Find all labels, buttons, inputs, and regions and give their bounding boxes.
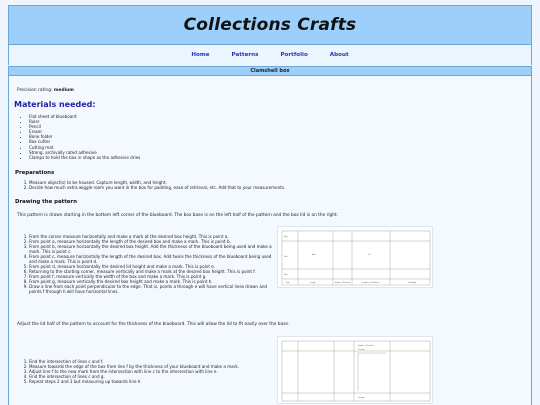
main-nav: Home Patterns Portfolio About bbox=[8, 45, 532, 65]
list-item: Decide how much extra wiggle room you wa… bbox=[29, 185, 499, 190]
list-item: Repeat steps 2 and 3 but measuring up to… bbox=[29, 379, 275, 384]
diagram-label: Overlap bbox=[358, 348, 364, 351]
diagram-label: Flap bbox=[284, 274, 287, 276]
site-header: Collections Crafts bbox=[8, 5, 532, 45]
diagram-label: Overlap bbox=[358, 396, 364, 399]
site-title: Collections Crafts bbox=[183, 15, 357, 35]
materials-heading: Materials needed: bbox=[14, 100, 96, 109]
pattern-diagram-svg: Flap Side Base Lid Flap Side Length Heig… bbox=[281, 230, 431, 286]
diagram-label: Flap bbox=[284, 236, 287, 238]
preparations-list: Measure object(s) to be housed. Capture … bbox=[29, 180, 499, 191]
list-item: Clamps to hold the box in shape as the a… bbox=[29, 155, 140, 160]
adjust-text: Adjust the lid half of the pattern to ac… bbox=[17, 322, 290, 327]
lid-diagram: Height + Thickness Overlap Overlap bbox=[277, 336, 433, 404]
nav-about-link[interactable]: About bbox=[330, 52, 349, 58]
diagram-label: Length + 2 Thickness bbox=[362, 281, 379, 284]
diagram-label: Base bbox=[312, 254, 316, 256]
lid-steps-list: Find the intersection of lines c and f. … bbox=[29, 359, 275, 384]
pattern-diagram: Flap Side Base Lid Flap Side Length Heig… bbox=[277, 226, 433, 288]
diagram-label: Length bbox=[310, 281, 316, 284]
list-item: Draw a line from each point perpendicula… bbox=[29, 284, 275, 294]
rating-label: Precision rating: bbox=[17, 88, 53, 93]
main-content: Precision rating: medium Materials neede… bbox=[8, 76, 532, 405]
diagram-label: Height + Thickness bbox=[358, 344, 374, 347]
drawing-steps-list: From the corner measure horizontally and… bbox=[29, 234, 275, 294]
nav-portfolio-link[interactable]: Portfolio bbox=[280, 52, 307, 58]
list-item: From point b, measure horizontally the d… bbox=[29, 244, 275, 254]
precision-rating: Precision rating: medium bbox=[17, 88, 74, 93]
page-heading-bar: Clamshell box bbox=[8, 66, 532, 76]
rating-value: medium bbox=[53, 88, 74, 93]
drawing-intro: This pattern is drawn starting in the bo… bbox=[17, 213, 339, 218]
diagram-label: Height + Thickness bbox=[335, 281, 351, 284]
list-item: From point c, measure horizontally the l… bbox=[29, 254, 275, 264]
diagram-label: Lid Height bbox=[408, 281, 416, 284]
nav-home-link[interactable]: Home bbox=[191, 52, 209, 58]
preparations-heading: Preparations bbox=[15, 170, 55, 176]
lid-diagram-svg: Height + Thickness Overlap Overlap bbox=[281, 340, 431, 402]
nav-patterns-link[interactable]: Patterns bbox=[232, 52, 259, 58]
drawing-heading: Drawing the pattern bbox=[15, 199, 77, 205]
page-heading: Clamshell box bbox=[250, 68, 290, 74]
diagram-label: Lid bbox=[368, 254, 370, 256]
materials-list: Flat sheet of blueboard Ruler Pencil Era… bbox=[29, 114, 140, 160]
diagram-label: Side bbox=[284, 256, 287, 258]
diagram-label: Side bbox=[286, 282, 289, 284]
